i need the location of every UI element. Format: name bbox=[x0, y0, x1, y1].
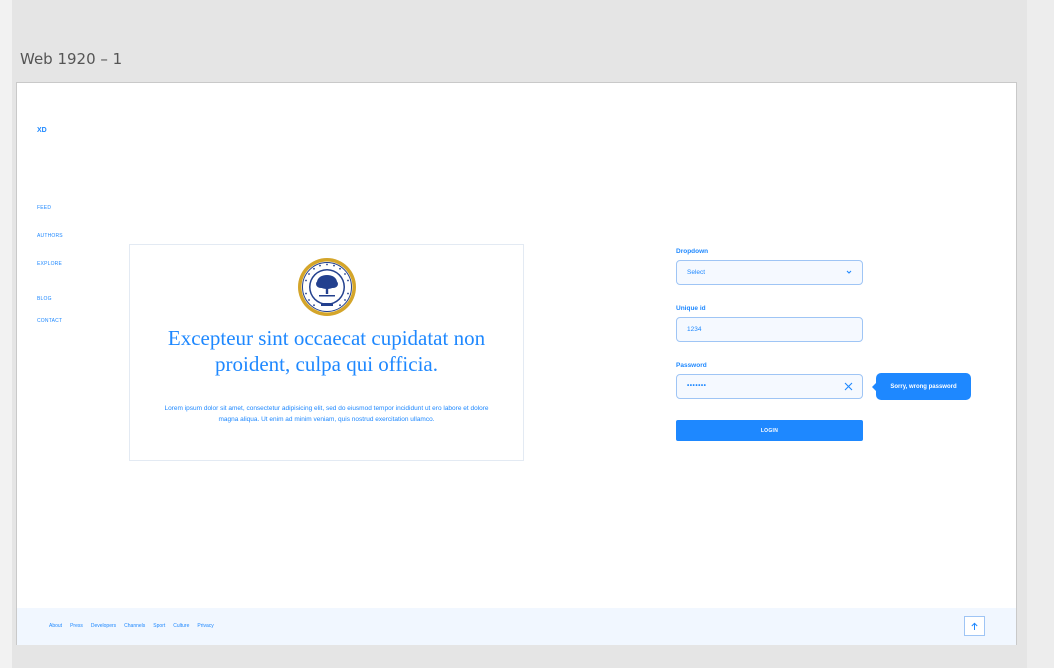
nav-item-authors[interactable]: AUTHORS bbox=[37, 233, 63, 239]
nav-item-blog[interactable]: BLOG bbox=[37, 296, 52, 302]
footer-link-culture[interactable]: Culture bbox=[173, 623, 189, 629]
error-tooltip: Sorry, wrong password bbox=[872, 373, 971, 400]
footer: About Press Developers Channels Sport Cu… bbox=[17, 608, 1016, 645]
card-text: Lorem ipsum dolor sit amet, consectetur … bbox=[164, 405, 489, 423]
university-seal-icon bbox=[298, 258, 356, 316]
unique-id-label: Unique id bbox=[676, 305, 706, 312]
chevron-down-icon bbox=[846, 270, 852, 274]
footer-links: About Press Developers Channels Sport Cu… bbox=[49, 623, 222, 629]
nav-item-contact[interactable]: CONTACT bbox=[37, 318, 62, 324]
footer-link-about[interactable]: About bbox=[49, 623, 62, 629]
footer-link-sport[interactable]: Sport bbox=[153, 623, 165, 629]
dropdown-value: Select bbox=[687, 269, 706, 276]
footer-link-developers[interactable]: Developers bbox=[91, 623, 116, 629]
close-icon[interactable] bbox=[843, 381, 854, 392]
artboard-title[interactable]: Web 1920 – 1 bbox=[20, 50, 122, 68]
footer-link-privacy[interactable]: Privacy bbox=[197, 623, 213, 629]
footer-link-press[interactable]: Press bbox=[70, 623, 83, 629]
password-input[interactable]: ••••••• bbox=[676, 374, 863, 399]
footer-link-channels[interactable]: Channels bbox=[124, 623, 145, 629]
unique-id-value: 1234 bbox=[687, 326, 702, 333]
canvas-left-strip bbox=[0, 0, 12, 668]
nav-item-feed[interactable]: FEED bbox=[37, 205, 51, 211]
content-card: Excepteur sint occaecat cupidatat non pr… bbox=[129, 244, 524, 461]
artboard: XD FEED AUTHORS EXPLORE BLOG CONTACT Exc… bbox=[16, 82, 1017, 645]
login-button[interactable]: LOGIN bbox=[676, 420, 863, 441]
dropdown-label: Dropdown bbox=[676, 248, 709, 255]
card-heading: Excepteur sint occaecat cupidatat non pr… bbox=[167, 326, 486, 376]
arrow-up-icon bbox=[971, 622, 978, 630]
nav-item-explore[interactable]: EXPLORE bbox=[37, 261, 62, 267]
scroll-to-top-button[interactable] bbox=[964, 616, 985, 636]
unique-id-input[interactable]: 1234 bbox=[676, 317, 863, 342]
canvas-right-strip bbox=[1027, 0, 1054, 668]
password-value: ••••••• bbox=[687, 382, 707, 389]
password-label: Password bbox=[676, 362, 707, 369]
dropdown-select[interactable]: Select bbox=[676, 260, 863, 285]
logo[interactable]: XD bbox=[37, 127, 47, 134]
